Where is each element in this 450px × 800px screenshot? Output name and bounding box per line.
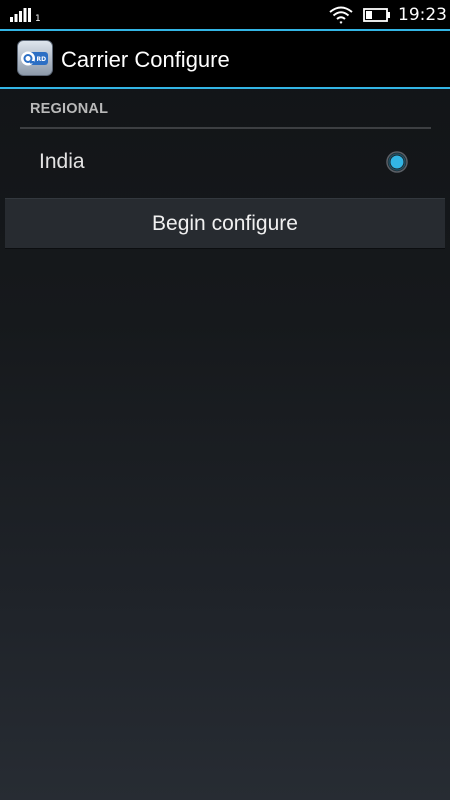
status-bar: 1 19:23: [0, 0, 450, 29]
svg-text:RD: RD: [37, 56, 47, 63]
battery-icon: [363, 8, 390, 22]
carrier-configure-app-icon[interactable]: RD: [17, 40, 53, 76]
begin-configure-button-label: Begin configure: [152, 212, 298, 235]
sim-slot-label: 1: [35, 14, 41, 24]
radio-button-selected[interactable]: [386, 151, 408, 173]
wifi-icon: [329, 6, 353, 24]
begin-configure-button[interactable]: Begin configure: [5, 198, 445, 249]
app-title: Carrier Configure: [61, 47, 230, 72]
list-item-label: India: [39, 150, 85, 173]
screen: 1 19:23 RD Carrier Configure REGIONAL In…: [0, 0, 450, 800]
list-item-india[interactable]: India: [0, 130, 450, 194]
section-header-regional: REGIONAL: [30, 101, 109, 117]
section-divider: [20, 127, 431, 129]
signal-icon: [10, 8, 31, 22]
clock: 19:23: [398, 5, 447, 25]
action-bar-divider: [0, 87, 450, 89]
